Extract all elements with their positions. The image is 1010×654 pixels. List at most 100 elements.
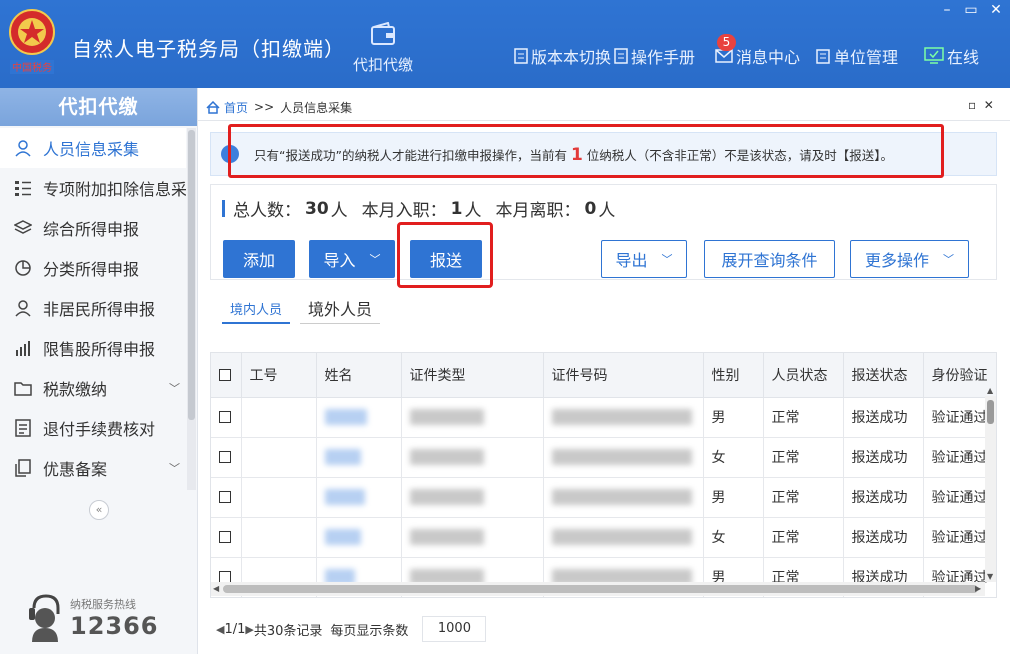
chevron-down-icon: ﹀ (369, 253, 381, 266)
breadcrumb-home-link[interactable]: 首页 (224, 99, 248, 116)
sidebar-item-preferential-filing[interactable]: 优惠备案 ﹀ (0, 448, 186, 488)
restore-panel-button[interactable]: ▫ (968, 98, 976, 112)
send-status-cell: 报送成功 (843, 517, 924, 558)
redacted-name (324, 529, 361, 545)
name-cell (316, 397, 402, 438)
sidebar-item-tax-payment[interactable]: 税款缴纳 ﹀ (0, 368, 186, 408)
breadcrumb: 首页 >> 人员信息采集 (206, 97, 352, 117)
scroll-right-arrow-icon[interactable]: ▶ (975, 584, 981, 593)
table-horizontal-scrollbar[interactable]: ◀ ▶ (211, 582, 985, 596)
collapse-sidebar-button[interactable]: « (89, 500, 109, 520)
unit-manage-link[interactable]: 单位管理 (815, 44, 898, 68)
total-label: 总人数： (233, 201, 301, 221)
sidebar-item-label: 综合所得申报 (43, 220, 140, 239)
select-all-checkbox[interactable] (219, 368, 231, 381)
col-header[interactable]: 工号 (241, 353, 317, 398)
join-value: 1 (450, 198, 463, 219)
add-button[interactable]: 添加 (223, 240, 295, 278)
more-actions-button[interactable]: 更多操作 ﹀ (850, 240, 969, 278)
id-type-cell (401, 477, 544, 518)
horizontal-scroll-thumb[interactable] (223, 585, 978, 593)
scroll-left-arrow-icon[interactable]: ◀ (213, 584, 219, 593)
expand-query-label: 展开查询条件 (721, 251, 818, 270)
send-status-cell: 报送成功 (843, 477, 924, 518)
message-center-label: 消息中心 (736, 48, 801, 67)
name-cell (316, 437, 402, 478)
col-header[interactable]: 报送状态 (843, 353, 924, 398)
gender-cell: 男 (703, 477, 764, 518)
expand-query-button[interactable]: 展开查询条件 (704, 240, 835, 278)
chevron-down-icon: ﹀ (943, 253, 954, 266)
sidebar-item-person-info[interactable]: 人员信息采集 (0, 128, 186, 168)
building-icon (816, 49, 830, 64)
table-row[interactable]: 女 正常 报送成功 验证通过 (211, 517, 996, 558)
row-checkbox[interactable] (219, 411, 231, 423)
version-switch-link[interactable]: 版本本切换 (514, 44, 611, 68)
export-dropdown-button[interactable]: 导出 ﹀ (601, 240, 687, 278)
sidebar-scroll-thumb[interactable] (188, 130, 195, 420)
redacted-id-type (409, 489, 484, 505)
table-row[interactable]: 男 正常 报送成功 验证通过 (211, 397, 996, 438)
person-status-cell: 正常 (763, 397, 844, 438)
sidebar-item-label: 分类所得申报 (43, 260, 140, 279)
sidebar-item-label: 优惠备案 (43, 460, 108, 479)
wallet-icon (371, 22, 395, 45)
message-count-badge: 5 (717, 34, 736, 51)
sidebar-scrollbar[interactable] (187, 128, 196, 490)
row-checkbox[interactable] (219, 531, 231, 543)
sidebar-item-refund-fee[interactable]: 退付手续费核对 (0, 408, 186, 448)
col-header[interactable]: 证件号码 (543, 353, 704, 398)
sidebar-item-comprehensive-income[interactable]: 综合所得申报 (0, 208, 186, 248)
redacted-id-number (551, 489, 692, 505)
col-header[interactable]: 证件类型 (401, 353, 544, 398)
close-panel-button[interactable]: ✕ (984, 98, 994, 112)
leave-value: 0 (584, 198, 597, 219)
pie-icon (15, 260, 31, 276)
vertical-scroll-thumb[interactable] (987, 400, 994, 424)
page-size-input[interactable]: 1000 (422, 616, 487, 642)
redacted-id-number (551, 449, 692, 465)
import-dropdown-button[interactable]: 导入 ﹀ (309, 240, 395, 278)
prev-page-icon[interactable]: ◀ (216, 623, 224, 636)
col-header[interactable]: 姓名 (316, 353, 402, 398)
hotline-block: 纳税服务热线 12366 (24, 592, 194, 648)
minimize-button[interactable]: – (938, 2, 956, 18)
import-button-label: 导入 (323, 251, 356, 270)
close-window-button[interactable]: ✕ (987, 2, 1005, 18)
table-row[interactable]: 女 正常 报送成功 验证通过 (211, 437, 996, 478)
sidebar-item-nonresident-income[interactable]: 非居民所得申报 (0, 288, 186, 328)
scroll-down-arrow-icon[interactable]: ▼ (987, 572, 993, 581)
module-tab-label: 代扣代缴 (352, 56, 413, 74)
col-header[interactable]: 身份验证 (923, 353, 996, 398)
id-number-cell (543, 517, 704, 558)
row-checkbox[interactable] (219, 491, 231, 503)
id-type-cell (401, 517, 544, 558)
panel-controls: ▫ ✕ (968, 98, 994, 112)
row-checkbox[interactable] (219, 451, 231, 463)
sidebar-item-restricted-stock[interactable]: 限售股所得申报 (0, 328, 186, 368)
col-header[interactable]: 人员状态 (763, 353, 844, 398)
hotline-label: 纳税服务热线 (70, 598, 136, 611)
table-vertical-scrollbar[interactable]: ▲ ▼ (985, 386, 996, 582)
manual-icon (614, 48, 628, 64)
select-all-cell[interactable] (211, 353, 242, 398)
tab-foreign[interactable]: 境外人员 (300, 292, 381, 324)
tab-domestic[interactable]: 境内人员 (222, 292, 291, 324)
layers-icon (14, 220, 32, 234)
sidebar-item-classified-income[interactable]: 分类所得申报 (0, 248, 186, 288)
sidebar-item-label: 退付手续费核对 (43, 420, 156, 439)
name-cell (316, 517, 402, 558)
scroll-up-arrow-icon[interactable]: ▲ (987, 386, 993, 395)
tab-withholding[interactable]: 代扣代缴 (340, 22, 426, 82)
copy-icon (15, 459, 31, 477)
sidebar-item-special-deduction[interactable]: 专项附加扣除信息采 (0, 168, 186, 208)
col-header[interactable]: 性别 (703, 353, 764, 398)
maximize-button[interactable]: ▭ (962, 2, 980, 18)
redacted-name (324, 449, 361, 465)
next-page-icon[interactable]: ▶ (245, 623, 253, 636)
table-row[interactable]: 男 正常 报送成功 验证通过 (211, 477, 996, 518)
leave-label: 本月离职： (495, 201, 581, 221)
employee-id-cell (241, 397, 317, 438)
manual-link[interactable]: 操作手册 (614, 44, 695, 68)
sidebar-title: 代扣代缴 (0, 88, 197, 126)
